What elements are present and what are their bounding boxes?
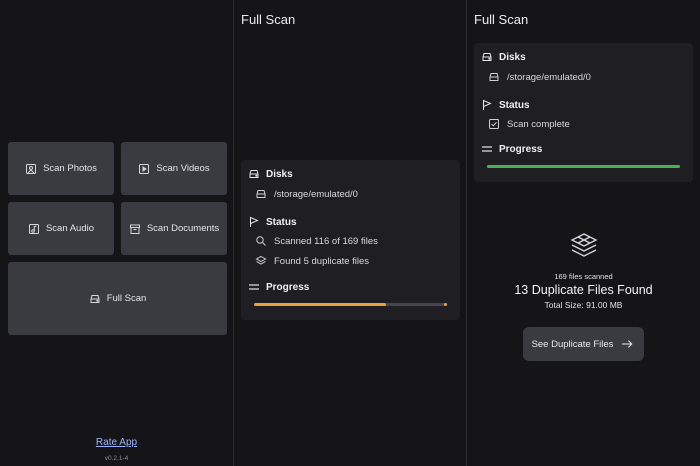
status-scanned-row: Scanned 116 of 169 files (255, 235, 378, 247)
scan-photos-button[interactable]: Scan Photos (8, 142, 114, 195)
progress-fill (254, 303, 387, 306)
scan-photos-label: Scan Photos (43, 163, 97, 174)
disk-row: /storage/emulated/0 (488, 71, 591, 83)
status-label: Status (266, 216, 297, 228)
menu-icon (481, 143, 493, 155)
full-scan-button[interactable]: Full Scan (8, 262, 227, 335)
full-scan-label: Full Scan (106, 293, 147, 304)
layers-icon (255, 255, 267, 267)
disks-label: Disks (266, 168, 293, 180)
complete-screen: Full Scan Disks /storage/emulated/0 Stat… (467, 0, 700, 466)
rate-app-link[interactable]: Rate App (0, 437, 233, 448)
flag-icon (248, 216, 260, 228)
progress-bar (487, 165, 680, 168)
progress-end-dot (444, 303, 447, 306)
progress-bar (254, 303, 447, 306)
disk-path: /storage/emulated/0 (274, 188, 358, 200)
progress-fill (487, 165, 680, 168)
disk-icon (248, 168, 260, 180)
status-header: Status (248, 216, 297, 228)
scan-audio-button[interactable]: Scan Audio (8, 202, 114, 255)
disk-icon (255, 188, 267, 200)
scan-documents-label: Scan Documents (146, 223, 220, 234)
flag-icon (481, 99, 493, 111)
progress-header: Progress (248, 281, 309, 293)
progress-label: Progress (499, 143, 543, 155)
disks-header: Disks (248, 168, 293, 180)
disks-header: Disks (481, 51, 526, 63)
progress-label: Progress (266, 281, 310, 293)
page-title: Full Scan (241, 12, 296, 27)
audio-icon (28, 223, 40, 235)
photo-icon (25, 163, 37, 175)
duplicates-found-heading: 13 Duplicate Files Found (514, 283, 653, 297)
video-icon (138, 163, 150, 175)
check-icon (488, 118, 500, 130)
disks-label: Disks (499, 51, 526, 63)
page-title: Full Scan (474, 12, 529, 27)
status-label: Status (499, 99, 530, 111)
menu-icon (248, 281, 260, 293)
status-header: Status (481, 99, 530, 111)
status-found-text: Found 5 duplicate files (274, 255, 370, 267)
see-duplicate-files-label: See Duplicate Files (531, 338, 614, 350)
version-label: v0.2.1-4 (104, 455, 129, 462)
scan-audio-label: Scan Audio (45, 223, 95, 234)
scan-videos-button[interactable]: Scan Videos (121, 142, 227, 195)
status-complete-text: Scan complete (507, 118, 570, 130)
scanning-screen: Full Scan Disks /storage/emulated/0 Stat… (234, 0, 466, 466)
status-complete-row: Scan complete (488, 118, 570, 130)
scan-videos-label: Scan Videos (156, 163, 210, 174)
disk-icon (488, 71, 500, 83)
home-screen: Scan Photos Scan Videos Scan Audio Scan … (0, 0, 233, 466)
search-icon (255, 235, 267, 247)
document-icon (129, 223, 141, 235)
scan-card: Disks /storage/emulated/0 Status Scanned… (241, 160, 460, 320)
status-scanned-text: Scanned 116 of 169 files (274, 235, 378, 247)
progress-header: Progress (481, 143, 542, 155)
status-found-row: Found 5 duplicate files (255, 255, 369, 267)
disk-icon (481, 51, 493, 63)
scan-documents-button[interactable]: Scan Documents (121, 202, 227, 255)
see-duplicate-files-button[interactable]: See Duplicate Files (523, 327, 644, 361)
stack-icon (570, 232, 598, 258)
disk-path: /storage/emulated/0 (507, 71, 591, 83)
arrow-right-icon (621, 338, 635, 350)
disk-row: /storage/emulated/0 (255, 188, 358, 200)
result-card: Disks /storage/emulated/0 Status Scan co… (474, 43, 693, 182)
files-scanned-text: 169 files scanned (554, 272, 613, 281)
total-size-text: Total Size: 91.00 MB (544, 300, 623, 310)
disk-icon (89, 293, 101, 305)
